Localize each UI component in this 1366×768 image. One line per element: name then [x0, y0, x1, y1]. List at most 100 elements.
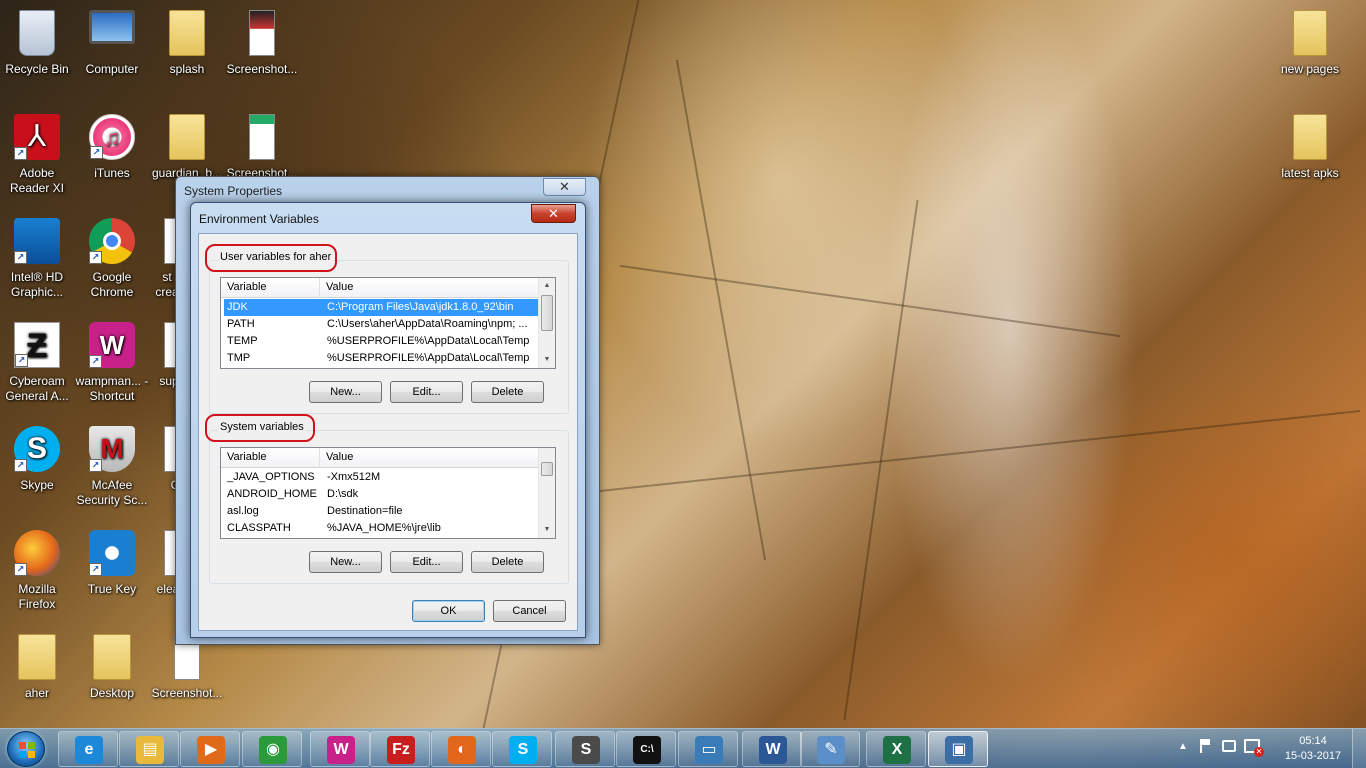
taskbar-button-file-explorer[interactable]: ▤: [119, 731, 179, 767]
taskbar-button-excel[interactable]: X: [866, 731, 926, 767]
user-new-button[interactable]: New...: [309, 381, 382, 403]
system-properties-close-button[interactable]: ✕: [543, 178, 586, 196]
table-row[interactable]: ANDROID_HOME D:\sdk: [224, 486, 538, 503]
column-header-value[interactable]: Value: [326, 451, 353, 463]
vertical-scrollbar[interactable]: ▲ ▼: [538, 278, 555, 368]
ok-button[interactable]: OK: [412, 600, 485, 622]
desktop-icon-firefox[interactable]: ↗ Mozilla Firefox: [0, 524, 74, 620]
cancel-button[interactable]: Cancel: [493, 600, 566, 622]
desktop-icon-recycle-bin[interactable]: Recycle Bin: [0, 4, 74, 100]
desktop-icon-latest-apks[interactable]: latest apks: [1273, 108, 1347, 204]
taskbar-button-wamp[interactable]: W: [310, 731, 370, 767]
taskbar-button-filezilla[interactable]: Fz: [370, 731, 430, 767]
environment-variables-dialog[interactable]: Environment Variables ✕ User variables f…: [190, 202, 586, 638]
desktop-icon-truekey[interactable]: ↗ True Key: [75, 524, 149, 620]
system-edit-button[interactable]: Edit...: [390, 551, 463, 573]
column-divider[interactable]: [319, 278, 320, 298]
desktop-icon-computer[interactable]: Computer: [75, 4, 149, 100]
desktop-icon-aher[interactable]: aher: [0, 628, 74, 724]
scroll-down-icon[interactable]: ▼: [539, 352, 555, 368]
taskbar-button-skype[interactable]: S: [492, 731, 552, 767]
taskbar-button-media-player[interactable]: ▶: [180, 731, 240, 767]
system-variables-group: System variables Variable Value _JAVA_OP…: [205, 414, 569, 584]
cyberoam-icon: Ƶ ↗: [14, 322, 60, 368]
taskbar-button-photo-viewer[interactable]: ▭: [678, 731, 738, 767]
recycle-bin-icon: [19, 10, 55, 56]
column-header-value[interactable]: Value: [326, 281, 353, 293]
desktop-icon-new-pages[interactable]: new pages: [1273, 4, 1347, 100]
scrollbar-thumb[interactable]: [541, 462, 553, 476]
desktop-icon-itunes[interactable]: ♫ ↗ iTunes: [75, 108, 149, 204]
image-file-icon: [249, 114, 275, 160]
clock-time: 05:14: [1299, 735, 1327, 747]
desktop-icon-label: new pages: [1280, 62, 1340, 76]
table-row[interactable]: JDK C:\Program Files\Java\jdk1.8.0_92\bi…: [224, 299, 538, 316]
system-delete-button[interactable]: Delete: [471, 551, 544, 573]
taskbar-button-internet-explorer[interactable]: e: [58, 731, 118, 767]
desktop-icon-label: True Key: [87, 582, 137, 596]
desktop-icon-label: Recycle Bin: [5, 62, 69, 76]
desktop-icon-label: Desktop: [89, 686, 135, 700]
show-hidden-icons-icon[interactable]: ▲: [1178, 741, 1188, 752]
taskbar-button-paint[interactable]: ✎: [800, 731, 860, 767]
table-row[interactable]: CLASSPATH %JAVA_HOME%\jre\lib: [224, 520, 538, 537]
taskbar-button-word[interactable]: W: [742, 731, 802, 767]
user-edit-button[interactable]: Edit...: [390, 381, 463, 403]
system-new-button[interactable]: New...: [309, 551, 382, 573]
desktop-icon-screenshot-1[interactable]: Screenshot...: [225, 4, 299, 100]
column-divider[interactable]: [319, 448, 320, 468]
desktop-icon-splash[interactable]: splash: [150, 4, 224, 100]
row-value: D:\sdk: [327, 488, 359, 500]
taskbar-button-chrome[interactable]: ◉: [242, 731, 302, 767]
desktop-icon-adobe-reader[interactable]: ⅄ ↗ Adobe Reader XI: [0, 108, 74, 204]
table-row[interactable]: TMP %USERPROFILE%\AppData\Local\Temp: [224, 350, 538, 367]
computer-icon: [89, 10, 135, 44]
user-delete-button[interactable]: Delete: [471, 381, 544, 403]
desktop-icon-label: Computer: [85, 62, 139, 76]
file-explorer-icon: ▤: [136, 736, 164, 764]
taskbar-button-firefox[interactable]: ◐: [431, 731, 491, 767]
scroll-down-icon[interactable]: ▼: [539, 522, 555, 538]
display-icon[interactable]: [1222, 740, 1236, 752]
show-desktop-button[interactable]: [1352, 729, 1366, 768]
desktop-icon-label: Screenshot...: [151, 686, 223, 700]
list-header: Variable Value: [221, 448, 539, 468]
folder-icon: [169, 10, 205, 56]
taskbar-button-sublime-text[interactable]: S: [555, 731, 615, 767]
network-icon[interactable]: ✕: [1244, 739, 1264, 757]
start-button[interactable]: [7, 731, 45, 767]
desktop-icon-intel-graphics[interactable]: ↗ Intel® HD Graphic...: [0, 212, 74, 308]
windows-logo-icon: [19, 742, 35, 758]
scrollbar-thumb[interactable]: [541, 295, 553, 331]
action-center-flag-icon[interactable]: [1200, 739, 1212, 753]
scroll-up-icon[interactable]: ▲: [539, 278, 555, 294]
user-variables-list[interactable]: Variable Value JDK C:\Program Files\Java…: [220, 277, 556, 369]
desktop-icon-label: splash: [169, 62, 205, 76]
desktop-icon-mcafee[interactable]: M ↗ McAfee Security Sc...: [75, 420, 149, 516]
desktop-icon-skype[interactable]: S ↗ Skype: [0, 420, 74, 516]
environment-variables-close-button[interactable]: ✕: [531, 204, 576, 223]
system-clock[interactable]: 05:14 15-03-2017: [1282, 734, 1344, 764]
itunes-icon: ♫ ↗: [89, 114, 135, 160]
chrome-icon: ◉: [259, 736, 287, 764]
table-row[interactable]: TEMP %USERPROFILE%\AppData\Local\Temp: [224, 333, 538, 350]
table-row[interactable]: _JAVA_OPTIONS -Xmx512M: [224, 469, 538, 486]
chrome-icon: ↗: [89, 218, 135, 264]
vertical-scrollbar[interactable]: ▼: [538, 448, 555, 538]
wallpaper-line: [620, 264, 1120, 338]
system-variables-list[interactable]: Variable Value _JAVA_OPTIONS -Xmx512M AN…: [220, 447, 556, 539]
intel-graphics-icon: ↗: [14, 218, 60, 264]
desktop-icon-chrome[interactable]: ↗ Google Chrome: [75, 212, 149, 308]
table-row[interactable]: asl.log Destination=file: [224, 503, 538, 520]
desktop-icon-wampmanager[interactable]: W ↗ wampman... - Shortcut: [75, 316, 149, 412]
table-row[interactable]: PATH C:\Users\aher\AppData\Roaming\npm; …: [224, 316, 538, 333]
column-header-variable[interactable]: Variable: [227, 451, 267, 463]
taskbar-button-system-properties[interactable]: ▣: [928, 731, 988, 767]
desktop-icon-cyberoam[interactable]: Ƶ ↗ Cyberoam General A...: [0, 316, 74, 412]
column-header-variable[interactable]: Variable: [227, 281, 267, 293]
wallpaper-line: [675, 60, 767, 560]
desktop-icon-desktop[interactable]: Desktop: [75, 628, 149, 724]
taskbar-button-command-prompt[interactable]: C:\: [616, 731, 676, 767]
clock-date: 15-03-2017: [1284, 750, 1342, 762]
row-variable: CLASSPATH: [227, 522, 291, 534]
